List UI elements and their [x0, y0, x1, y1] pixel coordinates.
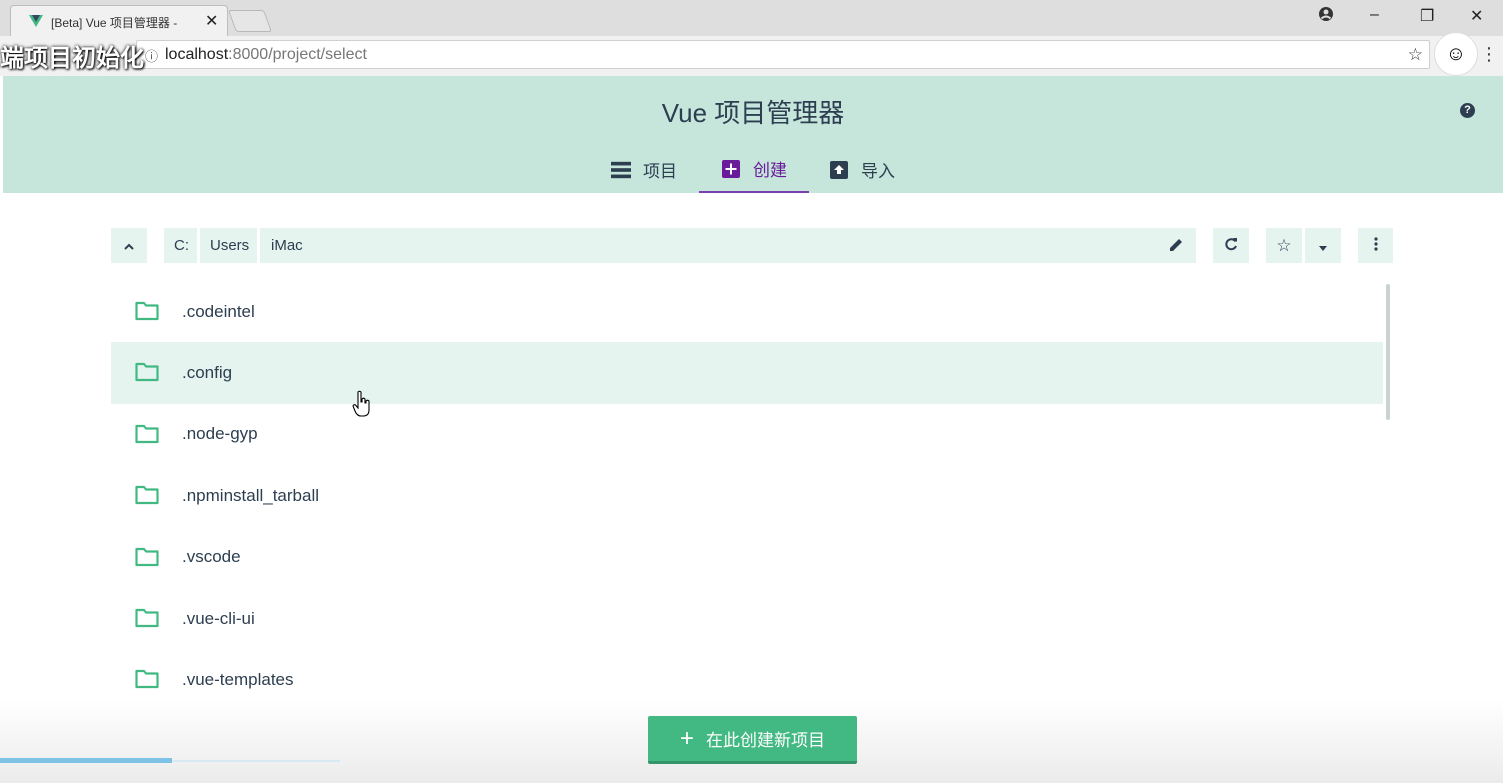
folder-list: .codeintel .config .node-gyp .npminstall_ta…	[111, 281, 1383, 711]
video-progress-buffered	[172, 760, 340, 762]
tab-title: [Beta] Vue 项目管理器 -	[51, 16, 178, 30]
browser-tab[interactable]: [Beta] Vue 项目管理器 - ✕	[10, 5, 228, 36]
crumb-drive[interactable]: C:	[164, 228, 199, 263]
folder-name: .npminstall_tarball	[182, 485, 320, 505]
folder-row[interactable]: .node-gyp	[111, 404, 1383, 465]
tab-label: 项目	[643, 162, 677, 181]
minimize-button[interactable]: –	[1370, 6, 1379, 24]
close-window-button[interactable]: ✕	[1470, 6, 1483, 26]
info-icon[interactable]: ⓘ	[145, 46, 158, 65]
nav-tabs: 项目 创建 导入	[3, 146, 1503, 193]
url-text: localhost:8000/project/select	[165, 46, 367, 63]
profile-icon[interactable]	[1318, 6, 1334, 27]
chevron-up-icon	[123, 238, 135, 254]
browser-chrome: [Beta] Vue 项目管理器 - ✕ – ❐ ✕ ⓘ localhost:8…	[0, 0, 1503, 76]
tab-label: 导入	[861, 162, 895, 181]
more-options-button[interactable]	[1358, 228, 1393, 263]
folder-name: .config	[182, 363, 233, 383]
extension-avatar-icon[interactable]: ☺	[1434, 32, 1478, 76]
folder-row[interactable]: .vscode	[111, 527, 1383, 588]
close-tab-icon[interactable]: ✕	[205, 11, 218, 31]
refresh-button[interactable]	[1213, 228, 1249, 263]
folder-row[interactable]: .codeintel	[111, 281, 1383, 342]
edit-path-icon[interactable]	[1168, 237, 1184, 258]
tab-import[interactable]: 导入	[829, 146, 909, 193]
add-box-icon	[721, 159, 741, 179]
create-project-here-button[interactable]: + 在此创建新项目	[648, 716, 857, 764]
list-icon	[611, 160, 631, 180]
folder-icon	[135, 301, 159, 326]
unarchive-icon	[829, 160, 849, 180]
crumb-divider	[257, 228, 260, 263]
address-bar[interactable]: ⓘ localhost:8000/project/select ☆	[136, 40, 1430, 69]
video-progress-played[interactable]	[0, 758, 172, 763]
create-button-label: 在此创建新项目	[706, 731, 825, 750]
folder-name: .node-gyp	[182, 424, 258, 444]
folder-row[interactable]: .vue-cli-ui	[111, 588, 1383, 649]
path-breadcrumb: C: Users iMac	[164, 228, 1196, 263]
star-outline-icon: ☆	[1276, 235, 1292, 255]
restore-button[interactable]: ❐	[1420, 6, 1434, 26]
refresh-icon	[1224, 237, 1238, 254]
new-tab-button[interactable]	[227, 10, 273, 32]
tab-create[interactable]: 创建	[699, 146, 809, 193]
folder-name: .vscode	[182, 547, 241, 567]
folder-row[interactable]: .config	[111, 342, 1383, 404]
folder-name: .codeintel	[182, 301, 255, 321]
folder-row[interactable]: .npminstall_tarball	[111, 465, 1383, 526]
browser-menu-icon[interactable]: ⋮	[1480, 44, 1498, 65]
folder-icon	[135, 608, 159, 633]
video-caption-overlay: 端项目初始化	[0, 45, 144, 72]
folder-name: .vue-templates	[182, 670, 294, 690]
scrollbar-thumb[interactable]	[1386, 284, 1390, 420]
app-header: Vue 项目管理器 ? 项目 创建 导入	[3, 76, 1503, 193]
plus-icon: +	[679, 724, 694, 752]
folder-up-button[interactable]	[111, 228, 147, 263]
folder-icon	[135, 362, 159, 387]
hand-cursor-icon	[352, 390, 372, 423]
page-title: Vue 项目管理器	[661, 98, 845, 128]
help-icon[interactable]: ?	[1460, 103, 1475, 118]
caret-down-icon	[1319, 238, 1327, 254]
tab-projects[interactable]: 项目	[611, 146, 691, 193]
crumb-users[interactable]: Users	[200, 228, 259, 263]
tab-label: 创建	[753, 161, 787, 180]
folder-icon	[135, 547, 159, 572]
folder-name: .vue-cli-ui	[182, 608, 255, 628]
vue-logo-icon	[29, 14, 43, 32]
favorite-button[interactable]: ☆	[1266, 228, 1302, 263]
tab-strip: [Beta] Vue 项目管理器 - ✕ – ❐ ✕	[0, 0, 1503, 36]
bookmark-star-icon[interactable]: ☆	[1408, 45, 1423, 65]
more-vert-icon	[1373, 237, 1378, 254]
folder-icon	[135, 424, 159, 449]
folder-icon	[135, 669, 159, 694]
folder-icon	[135, 485, 159, 510]
crumb-imac[interactable]: iMac	[261, 228, 313, 263]
favorites-dropdown-button[interactable]	[1305, 228, 1341, 263]
